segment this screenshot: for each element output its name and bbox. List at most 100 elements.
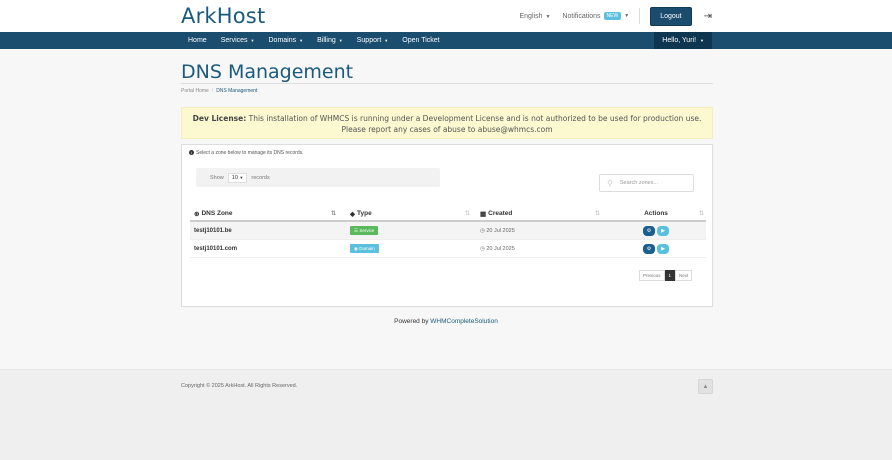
search-placeholder: Search zones... <box>619 180 659 186</box>
select-value: 10 <box>231 174 238 181</box>
table-header: ⊕ DNS Zone ⇅ ◆ Type ⇅ ▦ Created ⇅ Actions ⇅ <box>190 207 706 222</box>
chevron-down-icon: ▼ <box>700 38 704 43</box>
header-label: Actions <box>644 210 668 217</box>
chevron-down-icon: ▼ <box>338 38 343 43</box>
notifications-label: Notifications <box>562 12 601 20</box>
actions-cell: ⚙ ▶ <box>606 243 706 254</box>
nav-item-billing[interactable]: Billing ▼ <box>310 37 350 44</box>
table-row: testj10101.be ☰ Service ◷ 20 Jul 2025 ⚙ ▶ <box>190 222 706 240</box>
header-label: Created <box>488 210 513 217</box>
file-icon: ▶ <box>661 245 665 252</box>
cogs-icon: ⚙ <box>646 245 652 252</box>
clock-icon: ◷ <box>480 227 485 234</box>
clock-icon: ◷ <box>480 245 485 252</box>
type-cell: ◉ Domain <box>346 243 476 253</box>
dev-license-text: This installation of WHMCS is running un… <box>248 114 702 134</box>
tag-icon: ◆ <box>350 210 355 218</box>
nav-label: Open Ticket <box>402 37 440 44</box>
records-per-page-select[interactable]: 10 ▼ <box>227 172 248 183</box>
manage-dns-button[interactable]: ⚙ <box>643 243 655 254</box>
list-icon: ☰ <box>354 227 359 233</box>
chevron-down-icon: ▼ <box>239 174 244 180</box>
chevron-down-icon: ▼ <box>384 38 389 43</box>
type-cell: ☰ Service <box>346 225 476 235</box>
info-text: i Select a zone below to manage its DNS r… <box>189 150 304 156</box>
chevron-down-icon: ▼ <box>545 13 551 20</box>
header: ArkHost English ▼ Notifications NEW ▼ Logou… <box>0 0 892 32</box>
pagination-page[interactable]: 1 <box>664 270 676 281</box>
column-header-zone[interactable]: ⊕ DNS Zone ⇅ <box>190 206 346 221</box>
back-to-top-button[interactable]: ▲ <box>698 379 713 394</box>
nav-item-domains[interactable]: Domains ▼ <box>262 37 311 44</box>
header-actions: English ▼ Notifications NEW ▼ Logout ⇥ <box>520 6 712 26</box>
created-date: 20 Jul 2025 <box>486 227 515 234</box>
manage-dns-button[interactable]: ⚙ <box>643 225 655 236</box>
notifications-menu[interactable]: Notifications NEW ▼ <box>562 12 629 20</box>
breadcrumb: Portal Home / DNS Management <box>181 88 257 94</box>
column-header-type[interactable]: ◆ Type ⇅ <box>346 206 476 221</box>
sort-icon: ⇅ <box>464 211 470 217</box>
pagination: Previous 1 Next <box>639 270 693 281</box>
whmcs-link[interactable]: WHMCompleteSolution <box>430 318 498 325</box>
type-badge-service: ☰ Service <box>350 225 379 235</box>
divider <box>639 8 641 24</box>
dev-license-notice: Dev License: This installation of WHMCS … <box>181 107 713 139</box>
chevron-down-icon: ▼ <box>250 38 255 43</box>
header-label: DNS Zone <box>201 210 233 217</box>
user-greeting: Hello, Yuri! <box>662 37 697 44</box>
zone-name[interactable]: testj10101.com <box>190 246 346 252</box>
chevron-down-icon: ▼ <box>624 13 630 19</box>
pagination-next[interactable]: Next <box>675 270 693 281</box>
nav-label: Services <box>220 37 248 44</box>
powered-by: Powered by WHMCompleteSolution <box>0 318 892 325</box>
nav-label: Domains <box>268 37 297 44</box>
zone-name[interactable]: testj10101.be <box>190 228 346 234</box>
nav-item-home[interactable]: Home <box>181 37 214 44</box>
dns-zones-panel: i Select a zone below to manage its DNS r… <box>181 144 713 307</box>
brand-logo[interactable]: ArkHost <box>181 4 265 28</box>
nav-label: Support <box>356 37 382 44</box>
info-message: Select a zone below to manage its DNS re… <box>196 150 304 156</box>
type-label: Service <box>359 227 375 233</box>
type-label: Domain <box>359 245 375 251</box>
language-selector[interactable]: English ▼ <box>520 13 551 20</box>
calendar-icon: ▦ <box>480 210 487 218</box>
nav-item-support[interactable]: Support ▼ <box>350 37 396 44</box>
language-label: English <box>519 12 543 20</box>
show-label: Show <box>210 174 224 181</box>
view-zone-button[interactable]: ▶ <box>657 243 669 254</box>
search-icon: ⚲ <box>607 178 613 188</box>
table-row: testj10101.com ◉ Domain ◷ 20 Jul 2025 ⚙ ▶ <box>190 240 706 258</box>
nav-menu: Home Services ▼ Domains ▼ Billing ▼ Support… <box>181 32 447 49</box>
breadcrumb-home[interactable]: Portal Home <box>181 88 209 94</box>
globe-icon: ⊕ <box>194 210 200 218</box>
breadcrumb-separator: / <box>211 88 214 94</box>
nav-item-services[interactable]: Services ▼ <box>214 37 262 44</box>
created-date: 20 Jul 2025 <box>486 245 515 252</box>
chevron-up-icon: ▲ <box>702 383 709 390</box>
user-menu[interactable]: Hello, Yuri! ▼ <box>654 32 712 49</box>
search-input[interactable]: ⚲ Search zones... <box>599 174 694 192</box>
sort-icon: ⇅ <box>330 211 336 217</box>
type-badge-domain: ◉ Domain <box>350 243 379 253</box>
records-length-control: Show 10 ▼ records <box>196 168 440 187</box>
info-icon: i <box>189 150 194 155</box>
actions-cell: ⚙ ▶ <box>606 225 706 236</box>
created-cell: ◷ 20 Jul 2025 <box>476 246 606 252</box>
nav-item-open-ticket[interactable]: Open Ticket <box>395 37 446 44</box>
pagination-previous[interactable]: Previous <box>639 270 665 281</box>
logout-button[interactable]: Logout <box>650 6 692 26</box>
column-header-actions[interactable]: Actions ⇅ <box>606 206 706 221</box>
main-navbar: Home Services ▼ Domains ▼ Billing ▼ Support… <box>0 32 892 49</box>
nav-label: Billing <box>317 37 336 44</box>
cogs-icon: ⚙ <box>646 227 652 234</box>
sign-out-icon[interactable]: ⇥ <box>704 11 712 22</box>
column-header-created[interactable]: ▦ Created ⇅ <box>476 206 606 221</box>
footer: Copyright © 2025 ArkHost. All Rights Res… <box>0 369 892 460</box>
view-zone-button[interactable]: ▶ <box>657 225 669 236</box>
sort-icon: ⇅ <box>594 211 600 217</box>
header-label: Type <box>357 210 372 217</box>
dns-zones-table: ⊕ DNS Zone ⇅ ◆ Type ⇅ ▦ Created ⇅ Actions ⇅ tes… <box>190 207 706 258</box>
nav-label: Home <box>188 37 207 44</box>
powered-prefix: Powered by <box>394 318 429 325</box>
